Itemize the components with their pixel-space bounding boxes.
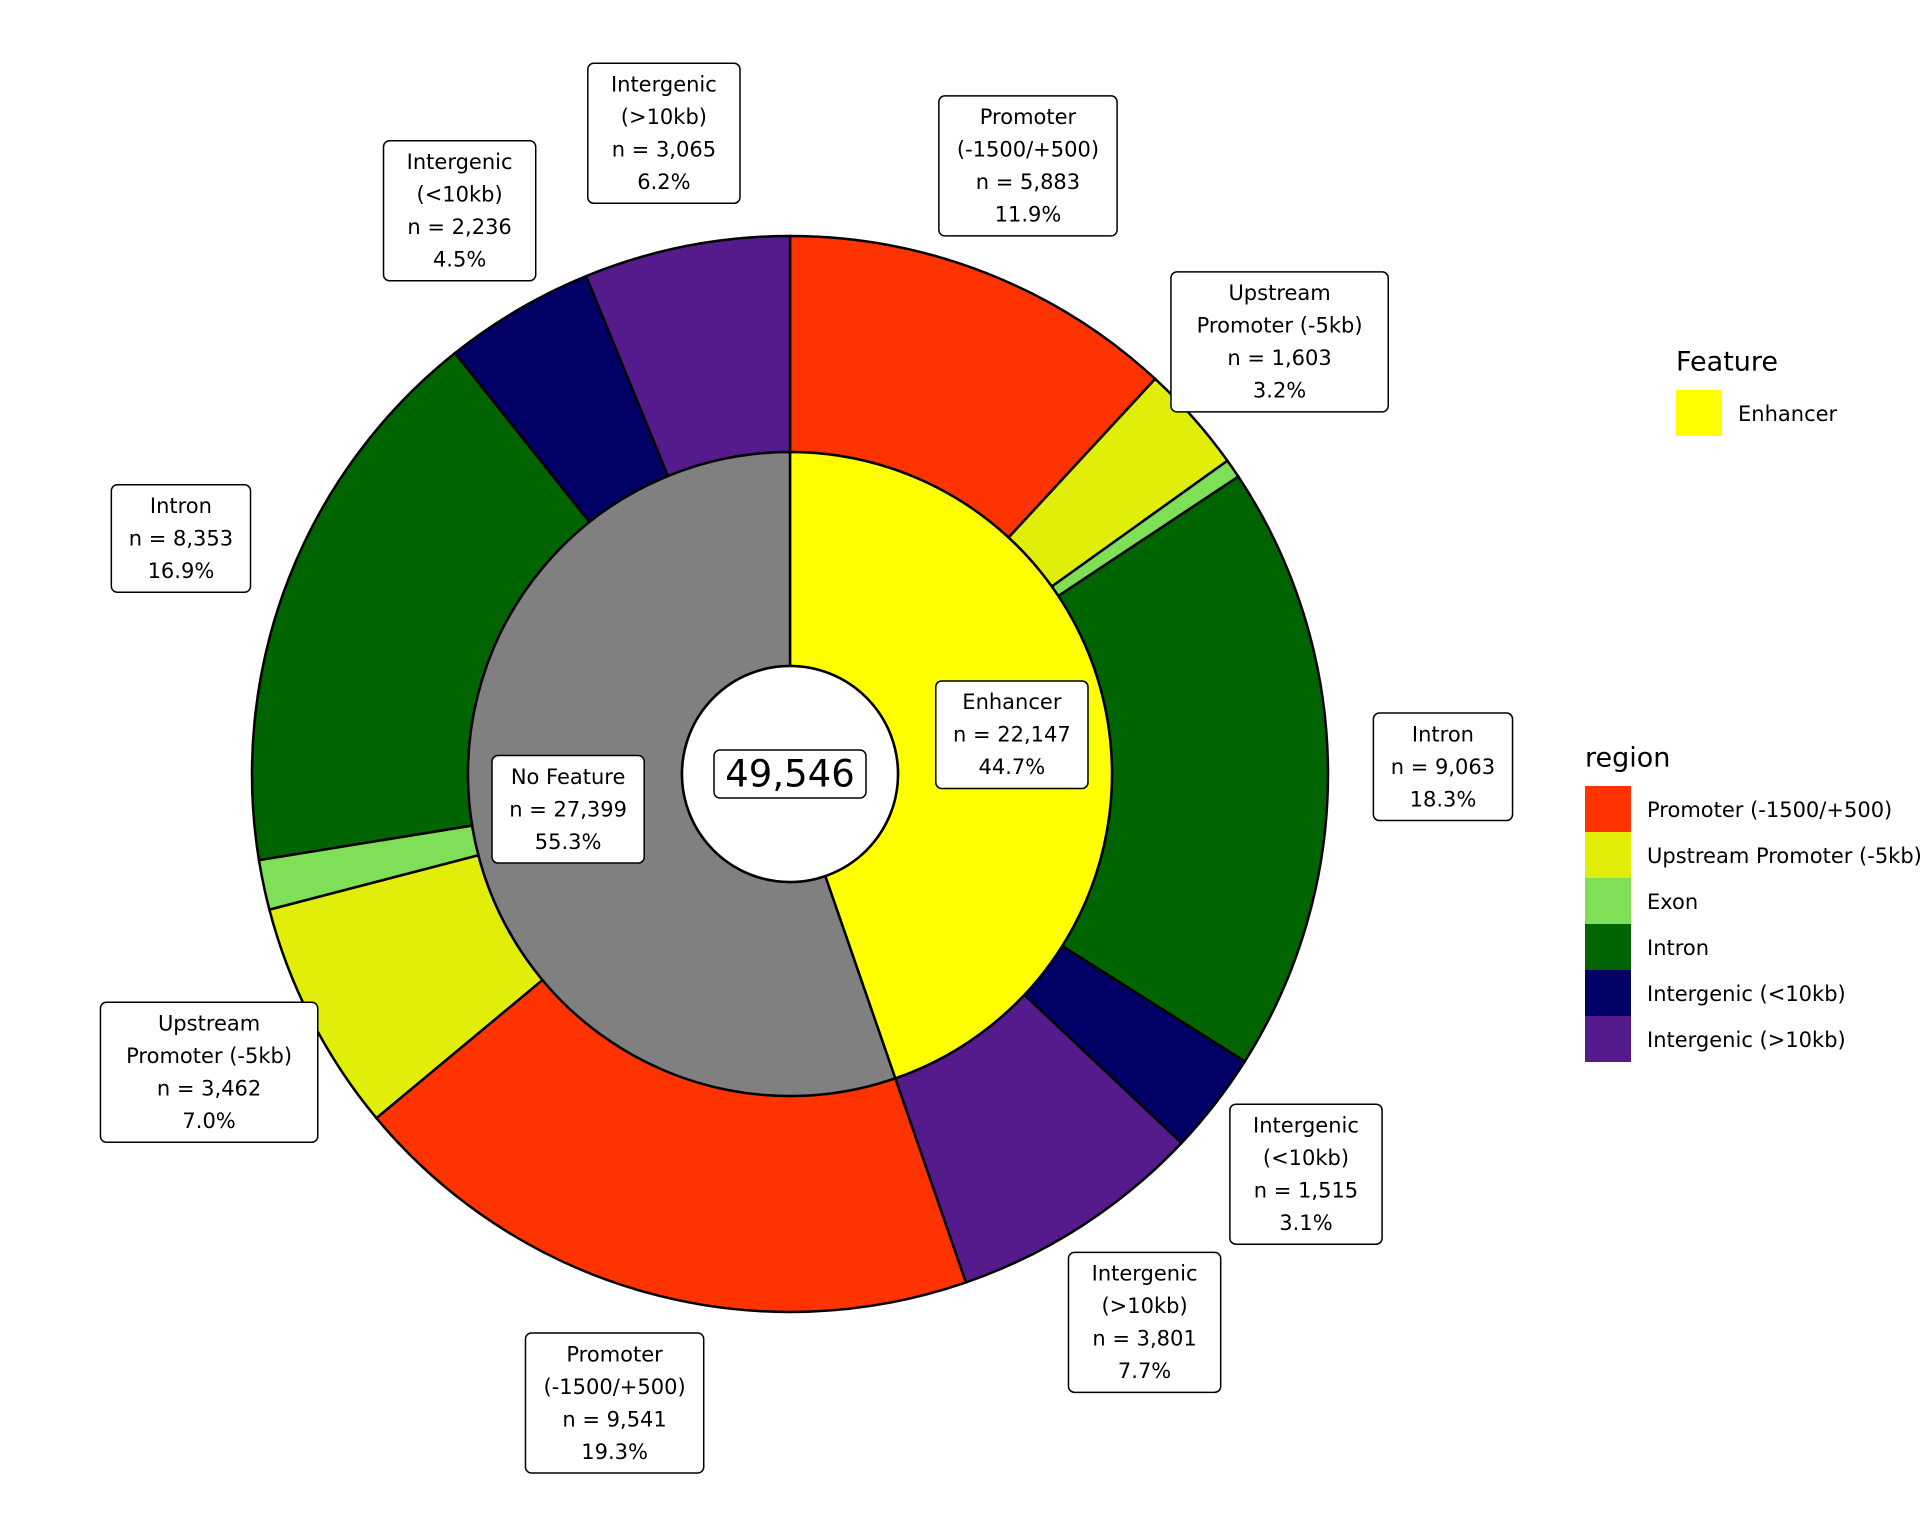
outer-label-enhancer-promoter-1500-500-line: (-1500/+500) bbox=[957, 138, 1099, 162]
outer-label-no-feature-upstream-promoter-5kb-line: 7.0% bbox=[182, 1109, 235, 1133]
outer-label-no-feature-intergenic-10kb-line: (<10kb) bbox=[417, 182, 503, 206]
legend-title: region bbox=[1585, 743, 1670, 774]
inner-label-enhancer-line: 44.7% bbox=[979, 755, 1046, 779]
inner-label-no-feature-line: 55.3% bbox=[535, 830, 602, 854]
outer-label-enhancer-intron-line: 18.3% bbox=[1410, 787, 1477, 811]
total-label: 49,546 bbox=[725, 753, 854, 796]
legend-swatch-enhancer bbox=[1676, 390, 1722, 436]
outer-label-no-feature-promoter-1500-500-line: (-1500/+500) bbox=[544, 1375, 686, 1399]
inner-label-enhancer: Enhancer n = 22,147 44.7% bbox=[935, 680, 1089, 790]
outer-label-enhancer-promoter-1500-500-line: Promoter bbox=[980, 105, 1077, 129]
legend-swatch-upstream-promoter-5kb bbox=[1585, 832, 1631, 878]
legend-entry-intergenic-10kb: Intergenic (>10kb) bbox=[1647, 1028, 1846, 1052]
legend-title: Feature bbox=[1676, 347, 1778, 378]
outer-label-no-feature-intergenic-10kb-line: 6.2% bbox=[637, 170, 690, 194]
outer-label-no-feature-intergenic-10kb: Intergenic (<10kb) n = 2,236 4.5% bbox=[382, 139, 537, 282]
outer-label-enhancer-intergenic-10kb-line: (>10kb) bbox=[1101, 1294, 1187, 1318]
outer-label-no-feature-intergenic-10kb-line: (>10kb) bbox=[621, 105, 707, 129]
outer-label-no-feature-upstream-promoter-5kb-line: n = 3,462 bbox=[157, 1077, 261, 1101]
legend-entry-intergenic-10kb: Intergenic (<10kb) bbox=[1647, 982, 1846, 1006]
legends: Feature Enhancer region Promoter (-1500/+50… bbox=[1585, 347, 1920, 1062]
outer-label-no-feature-intron-line: Intron bbox=[150, 494, 212, 518]
legend-swatch-promoter-1500-500 bbox=[1585, 786, 1631, 832]
outer-label-enhancer-upstream-promoter-5kb: Upstream Promoter (-5kb) n = 1,603 3.2% bbox=[1170, 271, 1389, 413]
legend-entry-enhancer: Enhancer bbox=[1738, 402, 1838, 426]
outer-label-no-feature-intergenic-10kb-line: n = 2,236 bbox=[407, 215, 511, 239]
legend-region: region Promoter (-1500/+500) Upstream Prom… bbox=[1585, 743, 1920, 1062]
nested-donut-chart: 49,546 Enhancer n = 22,147 44.7% No Feature… bbox=[99, 62, 1920, 1474]
legend-entry-exon: Exon bbox=[1647, 890, 1698, 914]
outer-label-enhancer-upstream-promoter-5kb-line: Promoter (-5kb) bbox=[1197, 314, 1363, 338]
outer-label-enhancer-promoter-1500-500: Promoter (-1500/+500) n = 5,883 11.9% bbox=[938, 95, 1118, 237]
outer-label-no-feature-intergenic-10kb-line: Intergenic bbox=[407, 150, 513, 174]
outer-label-no-feature-intergenic-10kb-line: n = 3,065 bbox=[612, 138, 716, 162]
outer-label-enhancer-intron-line: n = 9,063 bbox=[1391, 755, 1495, 779]
legend-swatch-intergenic-10kb bbox=[1585, 1016, 1631, 1062]
outer-label-enhancer-upstream-promoter-5kb-line: Upstream bbox=[1228, 281, 1330, 305]
outer-label-enhancer-promoter-1500-500-line: 11.9% bbox=[995, 203, 1062, 227]
outer-label-no-feature-intergenic-10kb-line: 4.5% bbox=[433, 247, 486, 271]
outer-label-no-feature-promoter-1500-500-line: 19.3% bbox=[581, 1440, 648, 1464]
legend-swatch-exon bbox=[1585, 878, 1631, 924]
inner-label-no-feature-line: n = 27,399 bbox=[509, 797, 627, 821]
outer-label-enhancer-intergenic-10kb-line: n = 1,515 bbox=[1254, 1178, 1358, 1202]
legend-entry-promoter-1500-500: Promoter (-1500/+500) bbox=[1647, 798, 1892, 822]
legend-entry-intron: Intron bbox=[1647, 936, 1709, 960]
outer-label-no-feature-upstream-promoter-5kb-line: Promoter (-5kb) bbox=[126, 1044, 292, 1068]
outer-label-enhancer-promoter-1500-500-line: n = 5,883 bbox=[976, 170, 1080, 194]
outer-label-enhancer-intergenic-10kb-line: (<10kb) bbox=[1263, 1146, 1349, 1170]
legend-feature: Feature Enhancer bbox=[1676, 347, 1838, 436]
legend-swatch-intron bbox=[1585, 924, 1631, 970]
outer-label-enhancer-intergenic-10kb: Intergenic (<10kb) n = 1,515 3.1% bbox=[1229, 1103, 1383, 1245]
inner-label-enhancer-line: n = 22,147 bbox=[953, 723, 1071, 747]
outer-label-enhancer-intergenic-10kb-line: 7.7% bbox=[1118, 1359, 1171, 1383]
outer-label-no-feature-upstream-promoter-5kb-line: Upstream bbox=[158, 1012, 260, 1036]
outer-label-enhancer-intron: Intron n = 9,063 18.3% bbox=[1372, 712, 1514, 822]
outer-label-enhancer-intergenic-10kb-line: Intergenic bbox=[1253, 1113, 1359, 1137]
outer-label-enhancer-upstream-promoter-5kb-line: 3.2% bbox=[1253, 379, 1306, 403]
outer-label-no-feature-promoter-1500-500-line: n = 9,541 bbox=[562, 1407, 666, 1431]
outer-label-enhancer-intron-line: Intron bbox=[1412, 722, 1474, 746]
legend-entry-upstream-promoter-5kb: Upstream Promoter (-5kb) bbox=[1647, 844, 1920, 868]
outer-label-no-feature-intergenic-10kb-line: Intergenic bbox=[611, 73, 717, 97]
inner-label-enhancer-line: Enhancer bbox=[962, 690, 1062, 714]
outer-label-no-feature-upstream-promoter-5kb: Upstream Promoter (-5kb) n = 3,462 7.0% bbox=[99, 1001, 319, 1144]
outer-label-no-feature-intron: Intron n = 8,353 16.9% bbox=[110, 484, 252, 594]
outer-label-enhancer-intergenic-10kb-line: Intergenic bbox=[1092, 1262, 1198, 1286]
outer-label-enhancer-intergenic-10kb-line: 3.1% bbox=[1279, 1211, 1332, 1235]
outer-label-no-feature-promoter-1500-500-line: Promoter bbox=[566, 1342, 663, 1366]
legend-swatch-intergenic-10kb bbox=[1585, 970, 1631, 1016]
outer-label-no-feature-promoter-1500-500: Promoter (-1500/+500) n = 9,541 19.3% bbox=[524, 1332, 705, 1474]
inner-label-no-feature: No Feature n = 27,399 55.3% bbox=[491, 754, 645, 864]
outer-label-no-feature-intron-line: n = 8,353 bbox=[129, 527, 233, 551]
outer-label-enhancer-upstream-promoter-5kb-line: n = 1,603 bbox=[1227, 346, 1331, 370]
outer-label-no-feature-intergenic-10kb: Intergenic (>10kb) n = 3,065 6.2% bbox=[587, 62, 741, 205]
total-label-box: 49,546 bbox=[713, 749, 867, 799]
outer-label-no-feature-intron-line: 16.9% bbox=[148, 559, 215, 583]
outer-label-enhancer-intergenic-10kb: Intergenic (>10kb) n = 3,801 7.7% bbox=[1067, 1251, 1222, 1394]
inner-label-no-feature-line: No Feature bbox=[511, 765, 626, 789]
outer-label-enhancer-intergenic-10kb-line: n = 3,801 bbox=[1092, 1327, 1196, 1351]
